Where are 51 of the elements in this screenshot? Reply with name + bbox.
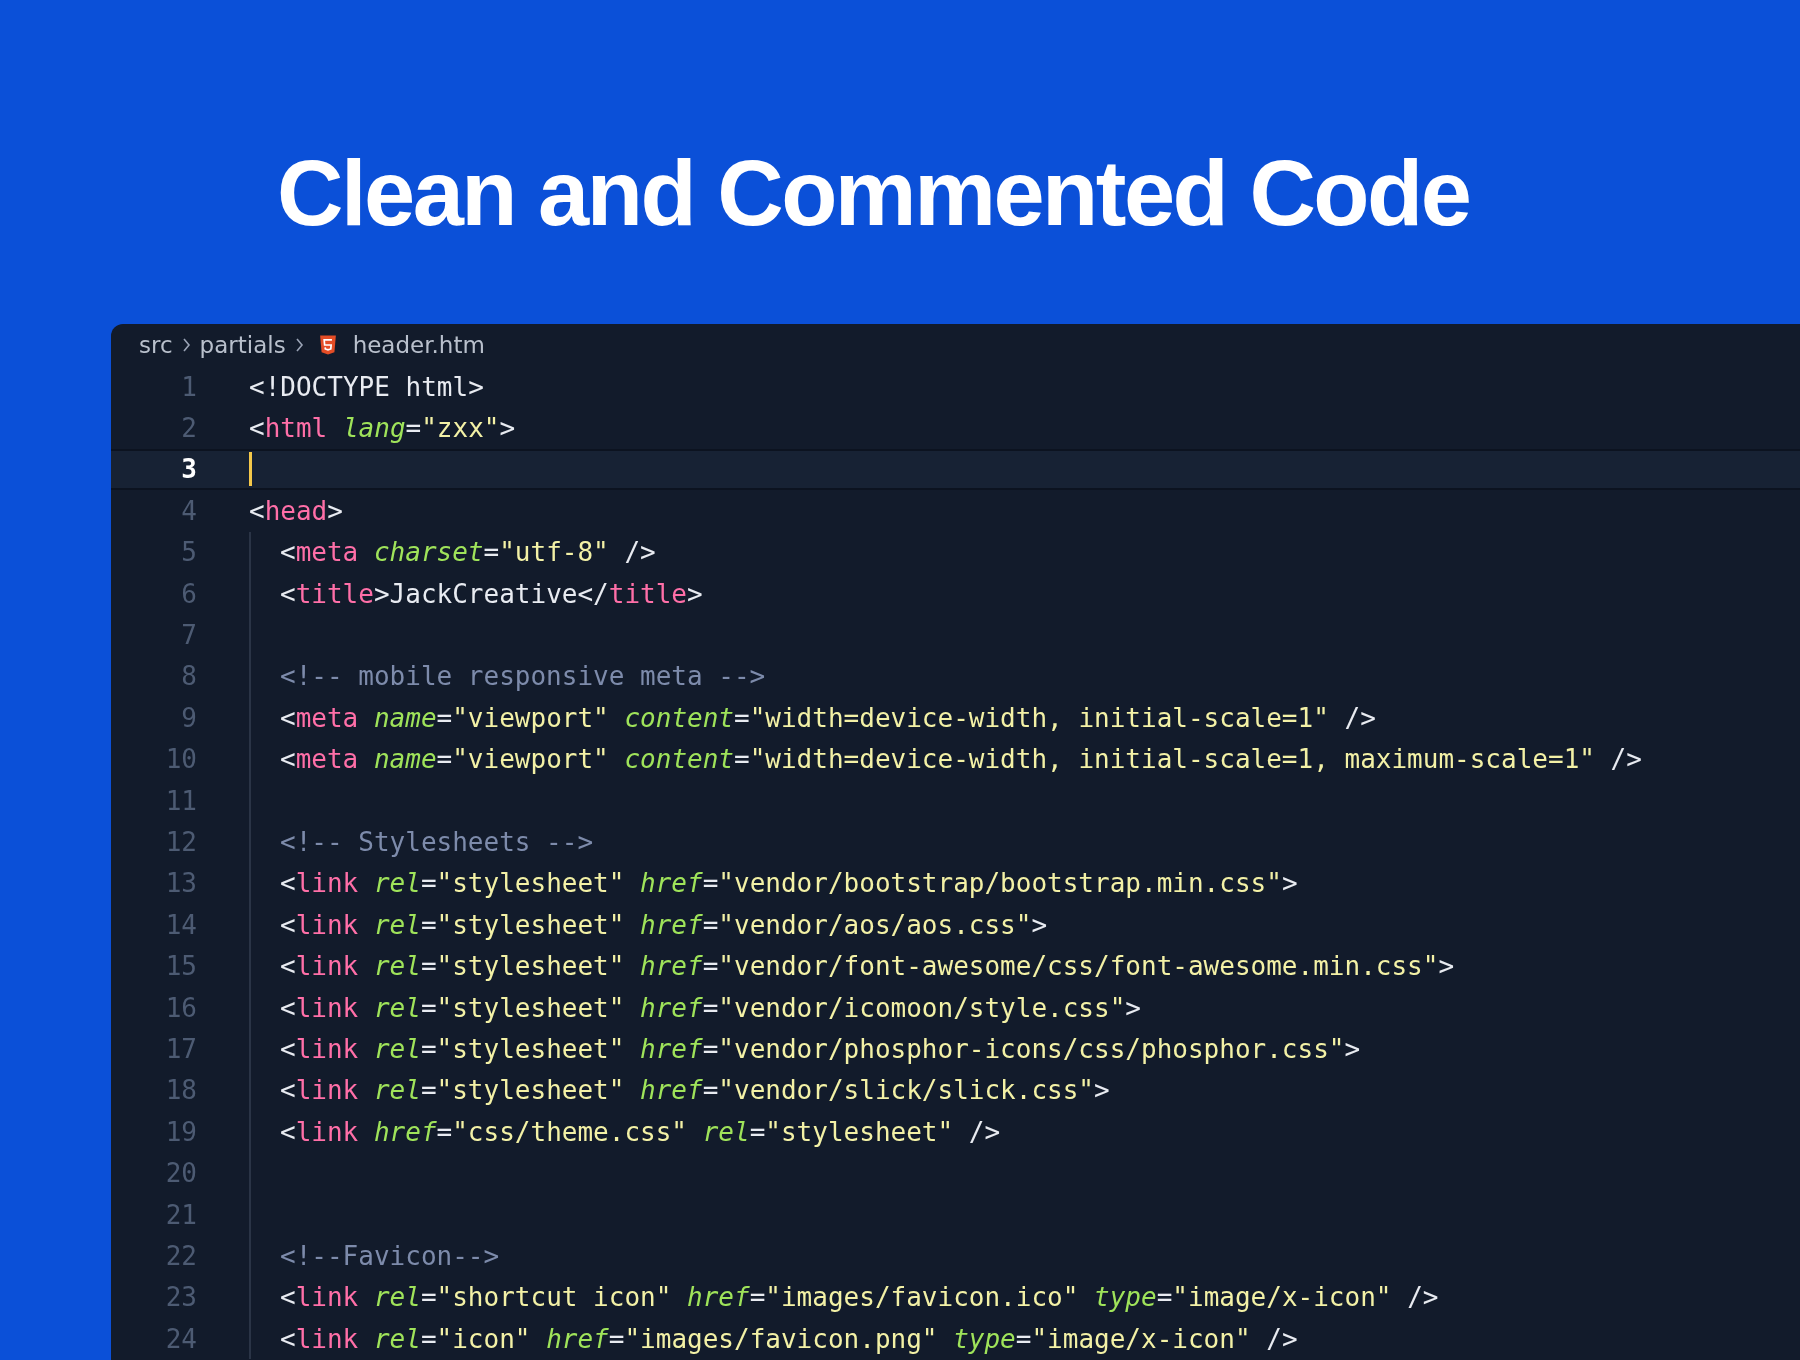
code-line: <link rel="shortcut icon" href="images/favicon.ico" type="image/x-icon" /> (280, 1281, 1439, 1315)
code-line: <link rel="stylesheet" href="vendor/aos/aos.css"> (280, 908, 1048, 942)
line-number: 8 (180, 661, 197, 692)
code-line: <title>JackCreative</title> (280, 577, 703, 611)
line-number: 4 (180, 495, 197, 526)
line-number: 13 (164, 868, 197, 899)
line-number: 21 (164, 1199, 197, 1230)
code-line: <head> (249, 494, 343, 528)
line-number: 6 (180, 578, 197, 609)
line-number: 3 (180, 454, 197, 485)
code-line: <link rel="stylesheet" href="vendor/phosphor-icons/css/phosphor.css"> (280, 1032, 1361, 1066)
code-line: <link rel="stylesheet" href="vendor/icomoon/style.css"> (280, 991, 1141, 1025)
line-number: 7 (180, 620, 197, 651)
code-line: <link rel="stylesheet" href="vendor/slick/slick.css"> (280, 1074, 1110, 1108)
line-number: 24 (164, 1323, 197, 1354)
line-number: 16 (164, 992, 197, 1023)
line-number: 14 (164, 909, 197, 940)
breadcrumb-item[interactable]: header.htm (352, 332, 485, 358)
line-number: 5 (180, 537, 197, 568)
text-cursor (249, 452, 252, 487)
line-number: 15 (164, 951, 197, 982)
line-number: 23 (164, 1282, 197, 1313)
line-number: 9 (180, 702, 197, 733)
code-line: <link rel="icon" href="images/favicon.png" type="image/x-icon" /> (280, 1322, 1298, 1356)
code-line: <link rel="stylesheet" href="vendor/bootstrap/bootstrap.min.css"> (280, 867, 1298, 901)
code-line: <!-- mobile responsive meta --> (280, 660, 766, 694)
line-number: 1 (180, 371, 197, 402)
code-line: <link rel="stylesheet" href="vendor/font-awesome/css/font-awesome.min.css"> (280, 950, 1455, 984)
code-line: <meta name="viewport" content="width=device-width, initial-scale=1" /> (280, 701, 1376, 735)
code-line: <!-- Stylesheets --> (280, 826, 594, 859)
line-number: 20 (164, 1158, 197, 1189)
code-line: <!--Favicon--> (280, 1239, 500, 1273)
headline: Clean and Commented Code (277, 140, 1470, 246)
breadcrumb-item[interactable]: src (139, 332, 173, 358)
line-number: 18 (164, 1075, 197, 1106)
chevron-icon (293, 337, 305, 353)
breadcrumb-item[interactable]: partials (199, 332, 286, 358)
html5-file-icon (318, 335, 337, 355)
chevron-icon (180, 337, 192, 353)
code-line: <!DOCTYPE html> (249, 370, 484, 404)
line-number: 19 (164, 1116, 197, 1147)
line-number: 10 (164, 744, 197, 775)
line-number: 17 (164, 1033, 197, 1064)
code-line: <meta name="viewport" content="width=device-width, initial-scale=1, maximum-scale=1" /> (280, 743, 1642, 777)
code-line: <meta charset="utf-8" /> (280, 536, 656, 570)
line-number: 11 (164, 785, 197, 816)
code-line: <html lang="zxx"> (249, 412, 516, 446)
code-line: <link href="css/theme.css" rel="stylesheet" /> (280, 1115, 1001, 1149)
line-number: 22 (164, 1240, 197, 1271)
line-number: 2 (180, 413, 197, 444)
line-number: 12 (164, 827, 197, 857)
